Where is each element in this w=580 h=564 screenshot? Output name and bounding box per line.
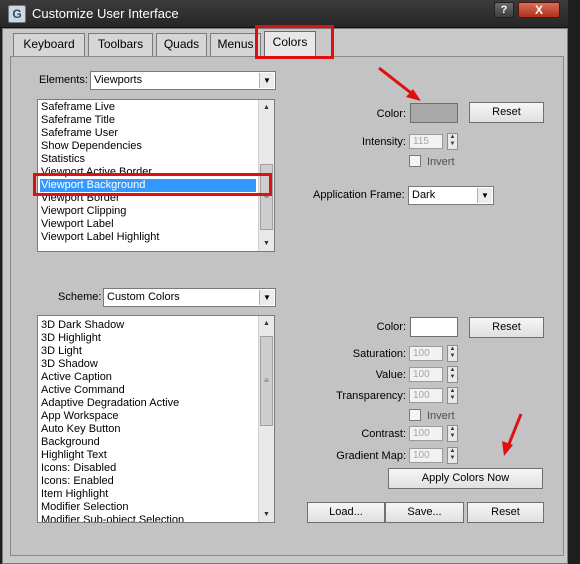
annotation-arrows: [378, 66, 523, 456]
annotation-arrow-icon: [502, 413, 523, 456]
annotation-arrow-icon: [378, 66, 421, 101]
